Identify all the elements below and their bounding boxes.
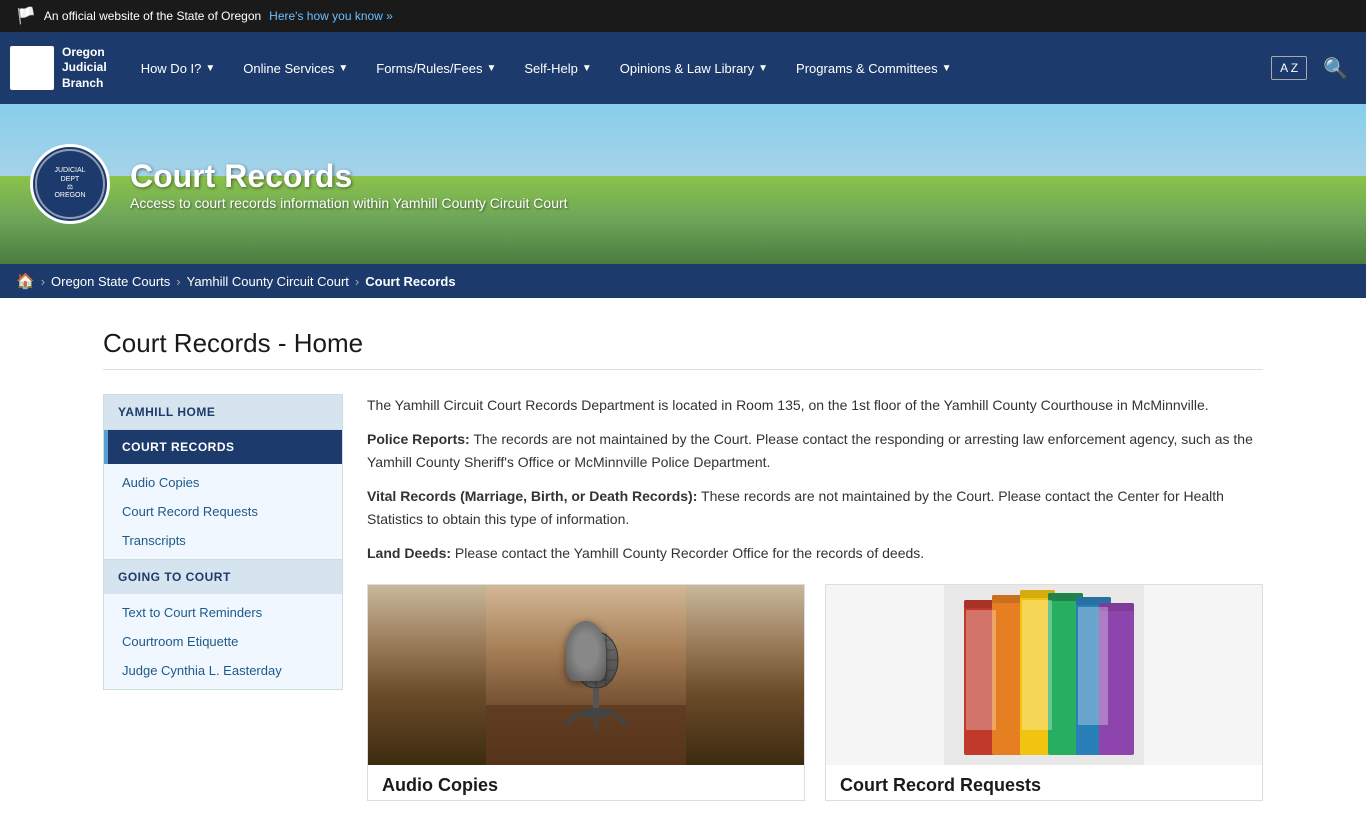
sidebar-links-court-records: Audio Copies Court Record Requests Trans… bbox=[104, 464, 342, 559]
intro-paragraph: The Yamhill Circuit Court Records Depart… bbox=[367, 394, 1263, 416]
sidebar-link-judge-easterday[interactable]: Judge Cynthia L. Easterday bbox=[104, 656, 342, 685]
breadcrumb-item-oregon[interactable]: Oregon State Courts bbox=[51, 274, 170, 289]
card-court-records-title[interactable]: Court Record Requests bbox=[826, 765, 1262, 800]
sidebar-link-courtroom-etiquette[interactable]: Courtroom Etiquette bbox=[104, 627, 342, 656]
home-icon[interactable]: 🏠 bbox=[16, 272, 35, 290]
page-title: Court Records - Home bbox=[103, 328, 1263, 370]
nav-right-controls: A Z 🔍 bbox=[1271, 48, 1356, 89]
land-deeds-label: Land Deeds: bbox=[367, 545, 451, 561]
nav-item-online-services[interactable]: Online Services ▼ bbox=[229, 51, 362, 86]
translate-button[interactable]: A Z bbox=[1271, 56, 1307, 80]
chevron-icon: ▼ bbox=[942, 63, 952, 74]
main-content: Court Records - Home YAMHILL HOME COURT … bbox=[83, 298, 1283, 831]
sidebar-section-yamhill: YAMHILL HOME bbox=[103, 394, 343, 430]
breadcrumb-current: Court Records bbox=[365, 274, 455, 289]
sidebar-links-going-to-court: Text to Court Reminders Courtroom Etique… bbox=[104, 594, 342, 689]
separator: › bbox=[176, 274, 180, 289]
police-reports-paragraph: Police Reports: The records are not main… bbox=[367, 428, 1263, 473]
police-reports-label: Police Reports: bbox=[367, 431, 470, 447]
list-item: Judge Cynthia L. Easterday bbox=[104, 656, 342, 685]
main-text-area: The Yamhill Circuit Court Records Depart… bbox=[367, 394, 1263, 801]
logo-icon: ⚖ bbox=[10, 46, 54, 90]
microphone-svg bbox=[368, 585, 804, 765]
nav-item-self-help[interactable]: Self-Help ▼ bbox=[510, 51, 605, 86]
logo-text: OregonJudicialBranch bbox=[62, 45, 107, 92]
folders-scene bbox=[826, 585, 1262, 765]
land-deeds-paragraph: Land Deeds: Please contact the Yamhill C… bbox=[367, 542, 1263, 564]
hero-subtitle: Access to court records information with… bbox=[130, 195, 568, 211]
hero-title-block: Court Records Access to court records in… bbox=[130, 158, 568, 211]
hero-banner: JUDICIALDEPT⚖OREGON Court Records Access… bbox=[0, 104, 1366, 264]
chevron-icon: ▼ bbox=[338, 63, 348, 74]
list-item: Audio Copies bbox=[104, 468, 342, 497]
list-item: Transcripts bbox=[104, 526, 342, 555]
nav-item-opinions[interactable]: Opinions & Law Library ▼ bbox=[606, 51, 782, 86]
sidebar-link-transcripts[interactable]: Transcripts bbox=[104, 526, 342, 555]
card-image-folders bbox=[826, 585, 1262, 765]
separator: › bbox=[41, 274, 45, 289]
breadcrumb-item-yamhill[interactable]: Yamhill County Circuit Court bbox=[187, 274, 349, 289]
sidebar-section-going-to-court: GOING TO COURT Text to Court Reminders C… bbox=[103, 560, 343, 690]
search-button[interactable]: 🔍 bbox=[1315, 48, 1356, 89]
card-audio-copies: Audio Copies bbox=[367, 584, 805, 801]
separator: › bbox=[355, 274, 359, 289]
list-item: Text to Court Reminders bbox=[104, 598, 342, 627]
list-item: Courtroom Etiquette bbox=[104, 627, 342, 656]
chevron-icon: ▼ bbox=[205, 63, 215, 74]
main-nav: ⚖ OregonJudicialBranch How Do I? ▼ Onlin… bbox=[0, 32, 1366, 104]
flag-icon: 🏳️ bbox=[16, 6, 36, 26]
judicial-seal: JUDICIALDEPT⚖OREGON bbox=[30, 144, 110, 224]
content-layout: YAMHILL HOME COURT RECORDS Audio Copies … bbox=[103, 394, 1263, 801]
seal-inner: JUDICIALDEPT⚖OREGON bbox=[35, 149, 105, 219]
police-reports-text: The records are not maintained by the Co… bbox=[367, 431, 1253, 469]
sidebar-heading-court-records[interactable]: COURT RECORDS bbox=[104, 430, 342, 464]
vital-records-paragraph: Vital Records (Marriage, Birth, or Death… bbox=[367, 485, 1263, 530]
sidebar: YAMHILL HOME COURT RECORDS Audio Copies … bbox=[103, 394, 343, 801]
chevron-icon: ▼ bbox=[758, 63, 768, 74]
nav-item-how-do-i[interactable]: How Do I? ▼ bbox=[127, 51, 230, 86]
top-banner: 🏳️ An official website of the State of O… bbox=[0, 0, 1366, 32]
banner-text: An official website of the State of Oreg… bbox=[44, 9, 261, 23]
sidebar-link-text-reminders[interactable]: Text to Court Reminders bbox=[104, 598, 342, 627]
hero-content: JUDICIALDEPT⚖OREGON Court Records Access… bbox=[30, 144, 568, 224]
chevron-icon: ▼ bbox=[486, 63, 496, 74]
site-logo[interactable]: ⚖ OregonJudicialBranch bbox=[10, 45, 107, 92]
nav-menu: How Do I? ▼ Online Services ▼ Forms/Rule… bbox=[127, 51, 1271, 86]
sidebar-heading-yamhill[interactable]: YAMHILL HOME bbox=[104, 395, 342, 429]
hero-title: Court Records bbox=[130, 158, 568, 195]
microphone-scene bbox=[368, 585, 804, 765]
sidebar-section-court-records: COURT RECORDS Audio Copies Court Record … bbox=[103, 430, 343, 560]
land-deeds-text: Please contact the Yamhill County Record… bbox=[455, 545, 924, 561]
seal-text: JUDICIALDEPT⚖OREGON bbox=[54, 167, 85, 201]
breadcrumb: 🏠 › Oregon State Courts › Yamhill County… bbox=[0, 264, 1366, 298]
sidebar-link-court-record-requests[interactable]: Court Record Requests bbox=[104, 497, 342, 526]
sidebar-heading-going-to-court[interactable]: GOING TO COURT bbox=[104, 560, 342, 594]
banner-link[interactable]: Here's how you know » bbox=[269, 9, 393, 23]
cards-row: Audio Copies bbox=[367, 584, 1263, 801]
nav-item-forms[interactable]: Forms/Rules/Fees ▼ bbox=[362, 51, 510, 86]
vital-records-label: Vital Records (Marriage, Birth, or Death… bbox=[367, 488, 697, 504]
list-item: Court Record Requests bbox=[104, 497, 342, 526]
sidebar-link-audio-copies[interactable]: Audio Copies bbox=[104, 468, 342, 497]
folders-svg bbox=[826, 585, 1262, 765]
card-court-records: Court Record Requests bbox=[825, 584, 1263, 801]
card-image-microphone bbox=[368, 585, 804, 765]
nav-item-programs[interactable]: Programs & Committees ▼ bbox=[782, 51, 966, 86]
card-audio-copies-title[interactable]: Audio Copies bbox=[368, 765, 804, 800]
chevron-icon: ▼ bbox=[582, 63, 592, 74]
